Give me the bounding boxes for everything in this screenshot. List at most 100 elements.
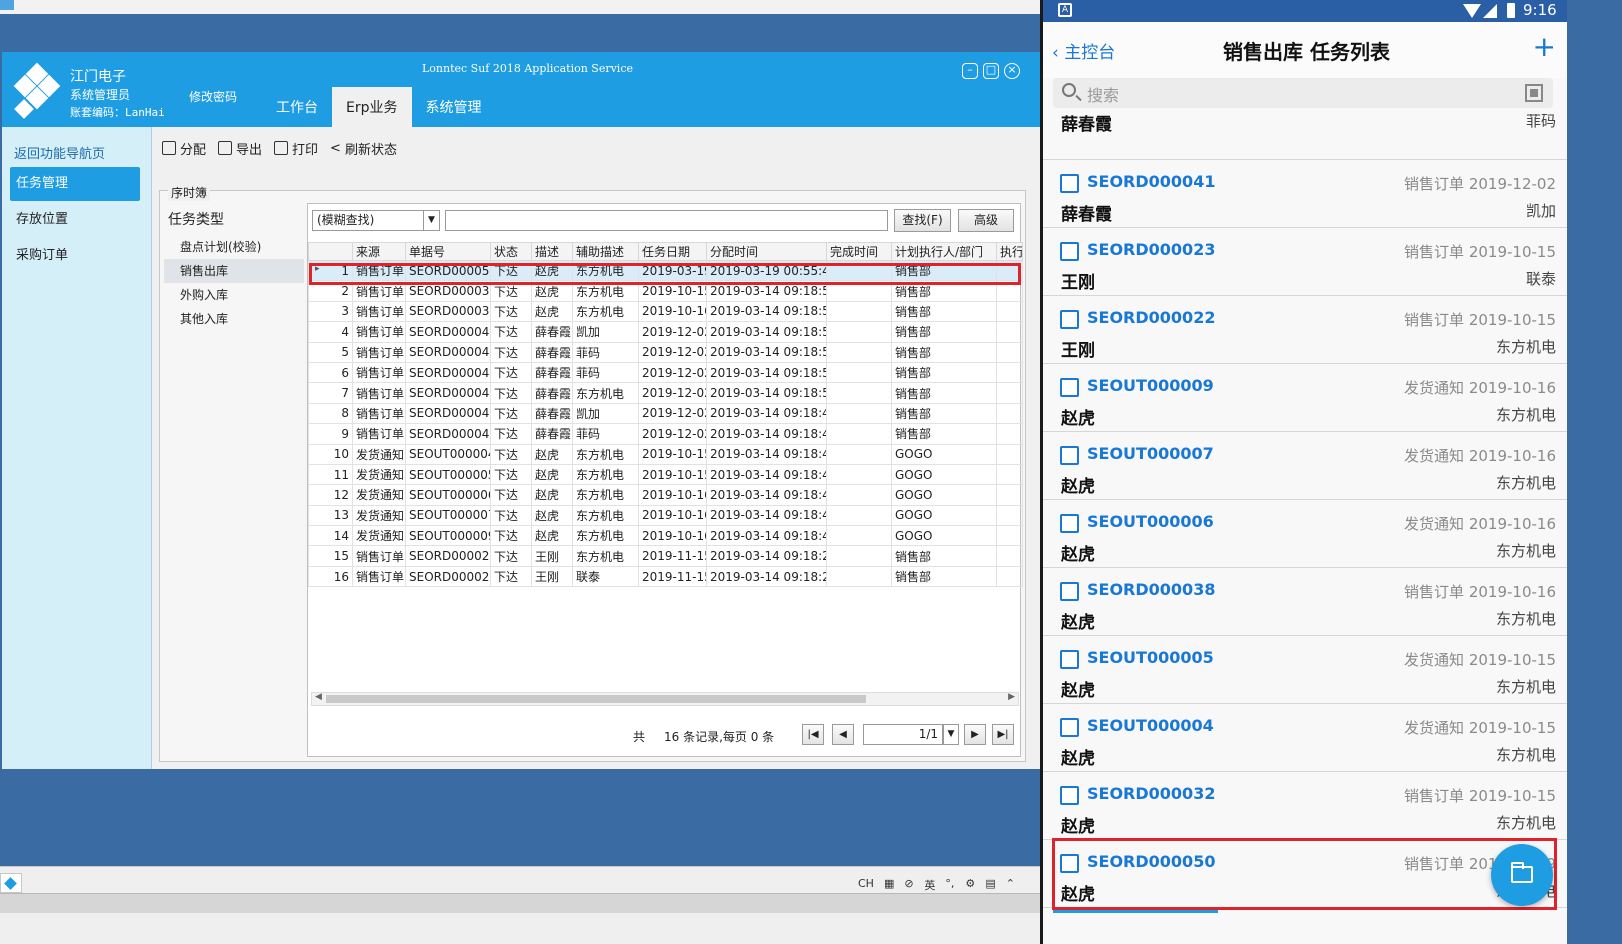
col-done-time[interactable]: 完成时间 [826, 242, 892, 261]
item-code[interactable]: SEORD000032 [1087, 784, 1215, 803]
table-row[interactable]: 6 销售订单 SEORD000043 下达 薛春霞 菲码 2019-12-02 2019-03… [308, 361, 1023, 384]
export-button[interactable]: 导出 [218, 139, 262, 158]
table-row[interactable]: 15 销售订单 SEORD000022 下达 王刚 东方机电 2019-11-15 2019-… [308, 545, 1023, 567]
list-item[interactable]: SEORD000041 销售订单 2019-12-02 薛春霞 凯加 [1043, 160, 1567, 228]
item-checkbox[interactable] [1060, 446, 1079, 465]
table-row[interactable]: 13 发货通知 SEOUT000007 下达 赵虎 东方机电 2019-10-16 2019-… [308, 504, 1023, 527]
folder-fab-button[interactable] [1491, 844, 1553, 906]
close-icon[interactable]: × [1004, 63, 1020, 79]
item-code[interactable]: SEOUT000006 [1087, 512, 1214, 531]
list-item[interactable]: SEORD000038 销售订单 2019-10-16 赵虎 东方机电 [1043, 568, 1567, 636]
item-checkbox[interactable] [1060, 310, 1079, 329]
phone-search-bar[interactable]: 搜索 [1053, 78, 1553, 108]
list-item[interactable]: SEOUT000009 发货通知 2019-10-16 赵虎 东方机电 [1043, 364, 1567, 432]
expand-tray-icon[interactable]: ⌃ [1006, 877, 1016, 893]
ime-off-icon[interactable]: ⊘ [904, 877, 914, 893]
table-row[interactable]: 7 销售订单 SEORD000044 下达 薛春霞 东方机电 2019-12-02 2019-… [308, 382, 1023, 404]
item-checkbox[interactable] [1060, 786, 1079, 805]
horizontal-scrollbar[interactable]: ◀ ▶ [311, 692, 1019, 706]
list-item[interactable]: SEOUT000004 发货通知 2019-10-15 赵虎 东方机电 [1043, 704, 1567, 772]
scroll-left-icon[interactable]: ◀ [315, 692, 322, 702]
clipboard-icon[interactable]: ▤ [985, 877, 995, 893]
task-type-other-in[interactable]: 其他入库 [164, 307, 304, 331]
tab-system[interactable]: 系统管理 [412, 87, 496, 127]
sidebar-item-purchase-order[interactable]: 采购订单 [10, 239, 140, 273]
table-row[interactable]: 16 销售订单 SEORD000023 下达 王刚 联泰 2019-11-15 2019-03… [308, 565, 1023, 588]
item-checkbox[interactable] [1060, 582, 1079, 601]
table-row[interactable]: 4 销售订单 SEORD000041 下达 薛春霞 凯加 2019-12-02 2019-03… [308, 321, 1023, 343]
refresh-status-button[interactable]: < 刷新状态 [330, 139, 397, 158]
item-checkbox[interactable] [1060, 718, 1079, 737]
tools-icon[interactable]: ⚙ [965, 877, 975, 893]
table-row[interactable]: 2 销售订单 SEORD000032 下达 赵虎 东方机电 2019-10-15 2019-0… [308, 280, 1023, 302]
col-doc-no[interactable]: 单据号 [405, 242, 491, 261]
list-item[interactable]: SEOUT000007 发货通知 2019-10-16 赵虎 东方机电 [1043, 432, 1567, 500]
scrollbar-thumb[interactable] [326, 695, 866, 703]
item-code[interactable]: SEORD000023 [1087, 240, 1215, 259]
find-button[interactable]: 查找(F) [894, 209, 951, 232]
col-aux-desc[interactable]: 辅助描述 [572, 242, 639, 261]
list-item[interactable]: SEOUT000005 发货通知 2019-10-15 赵虎 东方机电 [1043, 636, 1567, 704]
col-planner[interactable]: 计划执行人/部门 [891, 242, 997, 261]
tab-workbench[interactable]: 工作台 [262, 87, 332, 127]
task-type-purchase-in[interactable]: 外购入库 [164, 283, 304, 307]
table-row[interactable]: 3 销售订单 SEORD000038 下达 赵虎 东方机电 2019-10-16 2019-0… [308, 300, 1023, 323]
print-button[interactable]: 打印 [274, 139, 318, 158]
task-type-sales-out[interactable]: 销售出库 [164, 259, 304, 283]
col-assign-time[interactable]: 分配时间 [706, 242, 827, 261]
item-checkbox[interactable] [1060, 174, 1079, 193]
table-row[interactable]: ▸ 1 销售订单 SEORD000050 下达 赵虎 东方机电 2019-03-19 2019-… [308, 259, 1023, 282]
last-page-icon[interactable]: ▶| [992, 724, 1014, 745]
taskbar-app-icon[interactable] [0, 873, 22, 893]
sidebar-item-task-management[interactable]: 任务管理 [10, 167, 140, 201]
item-code[interactable]: SEORD000041 [1087, 172, 1215, 191]
list-item[interactable]: SEORD000023 销售订单 2019-10-15 王刚 联泰 [1043, 228, 1567, 296]
search-input[interactable] [445, 210, 888, 231]
qr-scan-icon[interactable] [1525, 84, 1543, 102]
table-row[interactable]: 11 发货通知 SEOUT000005 下达 赵虎 东方机电 2019-10-15 2019-… [308, 463, 1023, 486]
sidebar-item-storage-location[interactable]: 存放位置 [10, 203, 140, 237]
col-exec[interactable]: 执行 [996, 242, 1023, 261]
tray-punct[interactable]: °, [945, 877, 955, 893]
list-item[interactable]: SEORD000032 销售订单 2019-10-15 赵虎 东方机电 [1043, 772, 1567, 840]
list-item[interactable]: 薛春霞 菲码 [1043, 114, 1567, 160]
first-page-icon[interactable]: |◀ [802, 724, 824, 745]
col-source[interactable]: 来源 [352, 242, 406, 261]
table-row[interactable]: 5 销售订单 SEORD000042 下达 薛春霞 菲码 2019-12-02 2019-03… [308, 341, 1023, 363]
page-input[interactable]: 1/1 [863, 724, 943, 745]
item-code[interactable]: SEORD000022 [1087, 308, 1215, 327]
tab-erp[interactable]: Erp业务 [332, 87, 412, 127]
item-checkbox[interactable] [1060, 242, 1079, 261]
minimize-icon[interactable]: – [962, 63, 978, 79]
table-row[interactable]: 14 发货通知 SEOUT000009 下达 赵虎 东方机电 2019-10-16 2019-… [308, 525, 1023, 547]
item-code[interactable]: SEORD000038 [1087, 580, 1215, 599]
assign-button[interactable]: 分配 [162, 139, 206, 158]
prev-page-icon[interactable]: ◀ [832, 724, 854, 745]
item-code[interactable]: SEOUT000005 [1087, 648, 1214, 667]
next-page-icon[interactable]: ▶ [964, 724, 986, 745]
tray-lang[interactable]: CH [858, 877, 874, 893]
item-checkbox[interactable] [1060, 378, 1079, 397]
maximize-icon[interactable]: □ [983, 63, 999, 79]
tray-ime-mode[interactable]: 英 [924, 877, 935, 893]
table-row[interactable]: 12 发货通知 SEOUT000006 下达 赵虎 东方机电 2019-10-16 2019-… [308, 484, 1023, 506]
scroll-right-icon[interactable]: ▶ [1008, 692, 1015, 702]
change-password-link[interactable]: 修改密码 [189, 88, 237, 105]
keyboard-icon[interactable]: ▦ [884, 877, 894, 893]
col-status[interactable]: 状态 [490, 242, 532, 261]
advanced-button[interactable]: 高级 [958, 209, 1014, 232]
add-icon[interactable]: + [1533, 30, 1556, 63]
back-to-nav-link[interactable]: 返回功能导航页 [14, 143, 105, 162]
item-code[interactable]: SEOUT000009 [1087, 376, 1214, 395]
col-task-date[interactable]: 任务日期 [638, 242, 707, 261]
list-item[interactable]: SEORD000022 销售订单 2019-10-15 王刚 东方机电 [1043, 296, 1567, 364]
col-desc[interactable]: 描述 [531, 242, 573, 261]
table-row[interactable]: 8 销售订单 SEORD000046 下达 薛春霞 凯加 2019-12-02 2019-03… [308, 402, 1023, 425]
list-item[interactable]: SEOUT000006 发货通知 2019-10-16 赵虎 东方机电 [1043, 500, 1567, 568]
item-code[interactable]: SEOUT000004 [1087, 716, 1214, 735]
page-dropdown-icon[interactable]: ▼ [943, 724, 959, 745]
task-type-stocktake[interactable]: 盘点计划(校验) [164, 235, 304, 259]
item-code[interactable]: SEOUT000007 [1087, 444, 1214, 463]
table-row[interactable]: 10 发货通知 SEOUT000004 下达 赵虎 东方机电 2019-10-15 2019-… [308, 443, 1023, 465]
item-checkbox[interactable] [1060, 650, 1079, 669]
